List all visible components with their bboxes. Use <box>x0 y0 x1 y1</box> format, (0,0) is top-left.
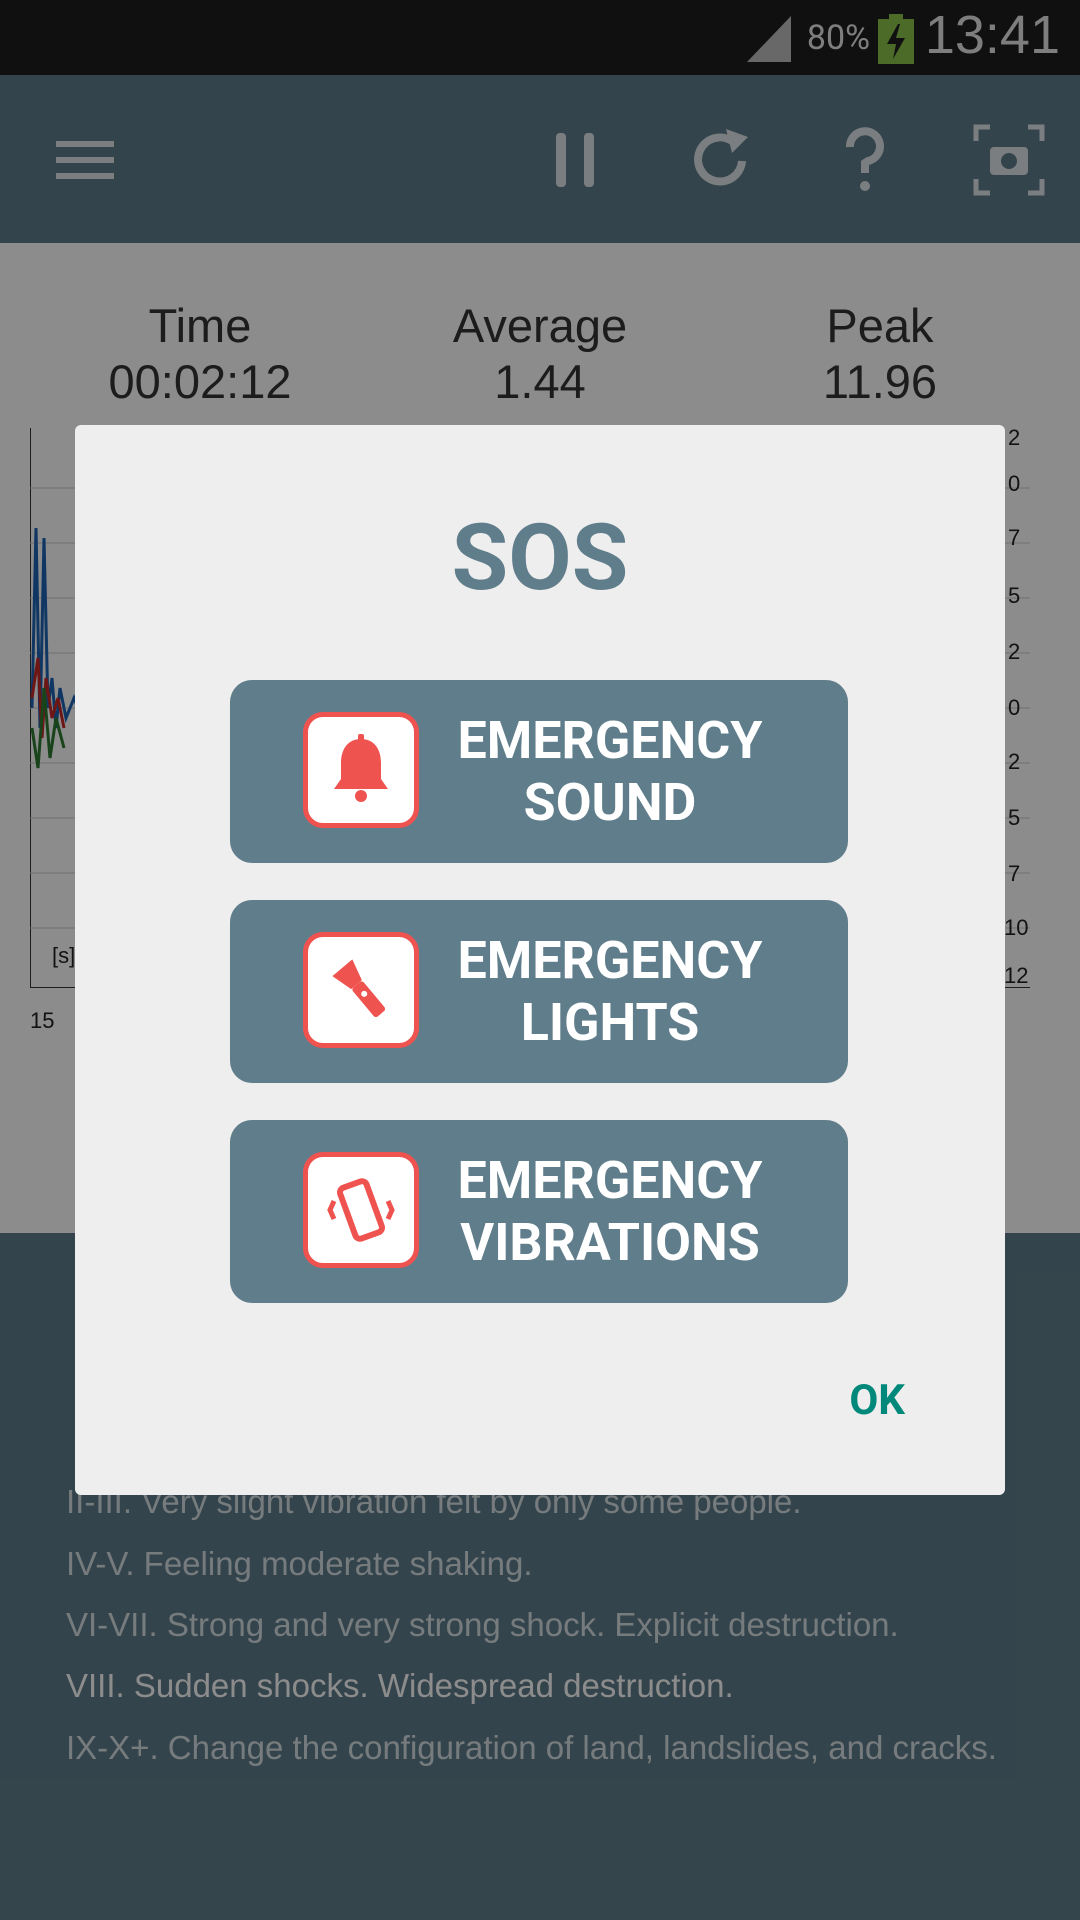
emergency-vibrations-button[interactable]: EMERGENCY VIBRATIONS <box>230 1120 848 1303</box>
button-label-line2: VIBRATIONS <box>460 1211 760 1273</box>
button-label-line1: EMERGENCY <box>457 709 763 771</box>
vibrate-icon-badge <box>303 1152 419 1268</box>
bell-icon <box>334 734 388 802</box>
button-label-line2: LIGHTS <box>520 991 700 1053</box>
ok-button[interactable]: OK <box>849 1376 905 1425</box>
button-label-line2: SOUND <box>523 771 697 833</box>
flashlight-icon-badge <box>303 932 419 1048</box>
emergency-lights-button[interactable]: EMERGENCY LIGHTS <box>230 900 848 1083</box>
flashlight-icon <box>332 959 386 1018</box>
sos-dialog: SOS EMERGENCY SOUND EMERGENCY LIGHTS EME… <box>75 425 1005 1495</box>
dialog-title: SOS <box>451 505 629 612</box>
emergency-sound-button[interactable]: EMERGENCY SOUND <box>230 680 848 863</box>
button-label-line1: EMERGENCY <box>457 1149 763 1211</box>
button-label-line1: EMERGENCY <box>457 929 763 991</box>
bell-icon-badge <box>303 712 419 828</box>
vibrate-icon <box>327 1178 395 1242</box>
